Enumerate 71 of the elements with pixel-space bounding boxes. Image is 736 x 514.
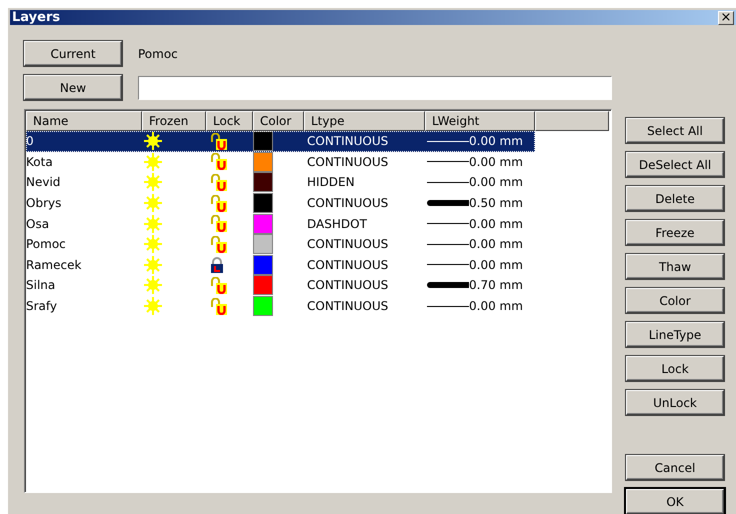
new-layer-field[interactable]: [138, 76, 612, 100]
action-button[interactable]: Select All: [626, 118, 724, 143]
layer-row[interactable]: Srafy CONTINUOUS 0.00 mm: [26, 296, 535, 316]
linetype-text: CONTINUOUS: [307, 237, 388, 252]
action-button[interactable]: DeSelect All: [626, 152, 724, 177]
lineweight-text: 0.00 mm: [469, 175, 523, 190]
lineweight-text: 0.50 mm: [469, 196, 523, 210]
layer-row[interactable]: Ramecek CONTINUOUS 0.00 mm: [26, 254, 535, 276]
color-swatch[interactable]: [253, 172, 273, 192]
cancel-button[interactable]: Cancel: [626, 455, 724, 480]
current-layer-name: Pomoc: [138, 46, 178, 60]
layer-name: Srafy: [26, 299, 58, 314]
action-button[interactable]: Thaw: [626, 254, 724, 279]
linetype-text: CONTINUOUS: [307, 134, 388, 148]
layer-row[interactable]: Silna CONTINUOUS 0.70 mm: [26, 275, 535, 296]
action-button[interactable]: Delete: [626, 186, 724, 211]
linetype-text: CONTINUOUS: [307, 299, 388, 314]
layer-name: Obrys: [26, 196, 62, 210]
current-button[interactable]: Current: [24, 41, 122, 66]
lineweight-text: 0.00 mm: [469, 258, 523, 272]
lineweight-text: 0.00 mm: [469, 134, 523, 148]
sun-icon[interactable]: [144, 132, 162, 150]
locked-padlock-icon[interactable]: [210, 256, 224, 273]
color-swatch[interactable]: [253, 193, 273, 214]
layer-row[interactable]: Nevid HIDDEN 0.00 mm: [26, 172, 535, 193]
color-swatch[interactable]: [253, 152, 273, 172]
lineweight-text: 0.00 mm: [469, 216, 523, 231]
column-header[interactable]: Ltype: [304, 111, 425, 131]
linetype-text: CONTINUOUS: [307, 258, 388, 272]
layer-name: 0: [26, 134, 34, 148]
layer-row[interactable]: Osa DASHDOT 0.00 mm: [26, 213, 535, 234]
unlocked-padlock-icon[interactable]: [210, 132, 228, 150]
linetype-text: CONTINUOUS: [307, 196, 388, 210]
color-swatch[interactable]: [253, 275, 273, 296]
action-button[interactable]: Color: [626, 288, 724, 313]
linetype-text: CONTINUOUS: [307, 154, 388, 169]
layer-row[interactable]: 0 CONTINUOUS 0.00 mm: [26, 131, 535, 152]
layer-row[interactable]: Pomoc CONTINUOUS 0.00 mm: [26, 234, 535, 255]
column-header[interactable]: Lock: [206, 111, 253, 131]
layer-row[interactable]: Kota CONTINUOUS 0.00 mm: [26, 152, 535, 172]
column-header[interactable]: Color: [253, 111, 304, 131]
lineweight-text: 0.00 mm: [469, 299, 523, 314]
column-header[interactable]: Frozen: [142, 111, 206, 131]
layer-name: Kota: [26, 154, 53, 169]
new-button[interactable]: New: [24, 75, 122, 100]
action-button[interactable]: Freeze: [626, 220, 724, 245]
lineweight-text: 0.00 mm: [469, 154, 523, 169]
linetype-text: HIDDEN: [307, 175, 355, 190]
lineweight-text: 0.00 mm: [469, 237, 523, 252]
layer-row[interactable]: Obrys CONTINUOUS 0.50 mm: [26, 192, 535, 214]
column-header[interactable]: LWeight: [425, 111, 535, 131]
layer-name: Osa: [26, 216, 50, 231]
linetype-text: CONTINUOUS: [307, 278, 388, 292]
linetype-text: DASHDOT: [307, 216, 367, 231]
action-button[interactable]: UnLock: [626, 390, 724, 415]
window-title: Layers: [12, 10, 60, 25]
layer-name: Ramecek: [26, 258, 82, 272]
color-swatch[interactable]: [253, 214, 273, 234]
color-swatch[interactable]: [253, 254, 273, 275]
color-swatch[interactable]: [253, 131, 273, 152]
layer-name: Pomoc: [26, 237, 66, 252]
column-header[interactable]: Name: [26, 111, 142, 131]
layer-name: Silna: [26, 278, 56, 292]
color-swatch[interactable]: [253, 296, 273, 316]
action-button[interactable]: Lock: [626, 356, 724, 381]
ok-button[interactable]: OK: [626, 489, 724, 514]
lineweight-text: 0.70 mm: [469, 278, 523, 292]
action-button[interactable]: LineType: [626, 322, 724, 347]
color-swatch[interactable]: [253, 234, 273, 254]
close-button[interactable]: ×: [718, 10, 734, 24]
layer-name: Nevid: [26, 175, 60, 190]
